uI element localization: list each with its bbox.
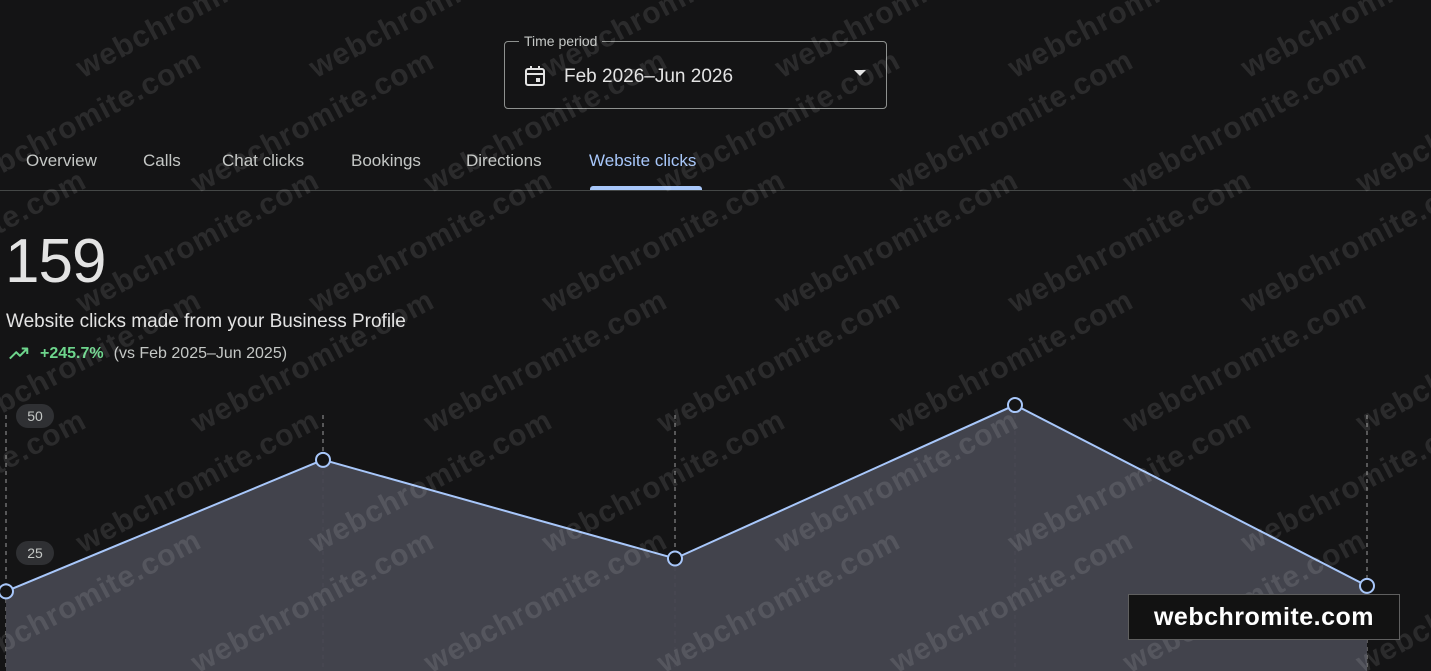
tab-calls[interactable]: Calls bbox=[143, 150, 181, 172]
time-period-label: Time period bbox=[519, 32, 603, 50]
watermark-text: webchromite.com bbox=[0, 0, 92, 85]
tab-chat-clicks[interactable]: Chat clicks bbox=[222, 150, 304, 172]
watermark-badge-text: webchromite.com bbox=[1153, 602, 1375, 631]
tabs-divider bbox=[0, 190, 1431, 191]
y-tick-label: 50 bbox=[27, 408, 43, 424]
tab-bookings[interactable]: Bookings bbox=[351, 150, 421, 172]
data-point-apr-2026[interactable] bbox=[667, 550, 683, 567]
y-tick-label: 25 bbox=[27, 545, 43, 561]
y-axis-ticks: 25 50 bbox=[16, 404, 54, 565]
y-tick-50: 50 bbox=[16, 404, 54, 428]
metric-tabs: Overview Calls Chat clicks Bookings Dire… bbox=[0, 140, 1431, 190]
data-point-jun-2026[interactable] bbox=[1359, 577, 1375, 594]
time-period-select[interactable]: Time period Feb 2026–Jun 2026 bbox=[504, 32, 887, 109]
insights-panel: Time period Feb 2026–Jun 2026 Overview C… bbox=[0, 0, 1431, 671]
watermark-text: webchromite.com bbox=[1235, 0, 1431, 85]
tab-directions[interactable]: Directions bbox=[466, 150, 542, 172]
trend-comparison: (vs Feb 2025–Jun 2025) bbox=[113, 345, 288, 362]
calendar-icon bbox=[525, 66, 545, 86]
watermark-text: webchromite.com bbox=[1002, 0, 1257, 85]
trend-row: +245.7% (vs Feb 2025–Jun 2025) bbox=[8, 343, 287, 365]
dropdown-arrow-icon bbox=[854, 70, 866, 76]
time-period-value: Feb 2026–Jun 2026 bbox=[564, 66, 734, 87]
watermark-text: webchromite.com bbox=[70, 0, 325, 85]
tab-website-clicks[interactable]: Website clicks bbox=[589, 150, 696, 172]
data-point-may-2026[interactable] bbox=[1007, 397, 1023, 414]
y-tick-25: 25 bbox=[16, 541, 54, 565]
trending-up-icon bbox=[9, 347, 29, 360]
metric-description: Website clicks made from your Business P… bbox=[6, 311, 406, 332]
metric-total: 159 bbox=[5, 227, 106, 296]
watermark-badge: webchromite.com bbox=[1128, 594, 1400, 640]
tab-overview[interactable]: Overview bbox=[26, 150, 97, 172]
data-point-feb-2026[interactable] bbox=[0, 583, 14, 600]
data-point-mar-2026[interactable] bbox=[315, 451, 331, 468]
trend-change-value: +245.7% bbox=[40, 345, 104, 362]
